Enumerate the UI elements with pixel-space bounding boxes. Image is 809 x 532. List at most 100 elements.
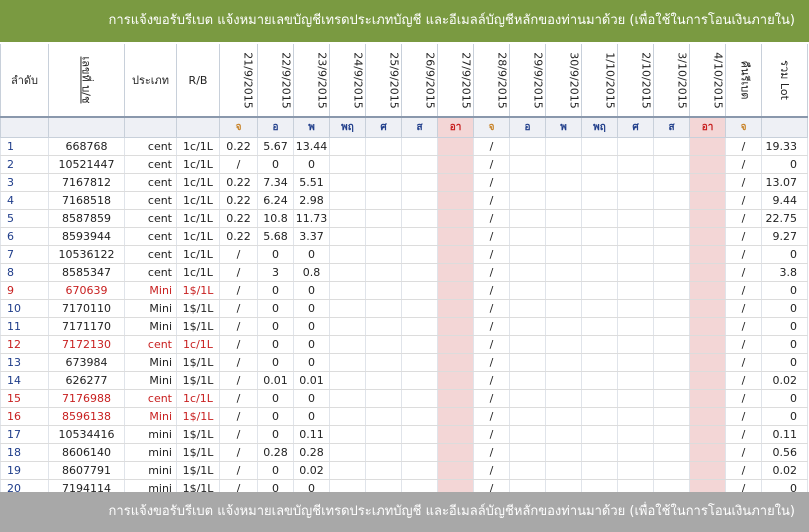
account-number: 7172130 bbox=[48, 335, 125, 354]
lot-3-10 bbox=[653, 245, 690, 264]
lot-21-9: 0.22 bbox=[219, 227, 258, 246]
lot-30-9 bbox=[545, 173, 582, 192]
lot-30-9 bbox=[545, 371, 582, 390]
account-type: Mini bbox=[124, 407, 177, 426]
rebate-mark: / bbox=[725, 317, 762, 336]
lot-2-10 bbox=[617, 389, 654, 408]
rebate-rate: 1c/1L bbox=[176, 155, 220, 174]
lot-1-10 bbox=[581, 137, 618, 156]
total-lot: 9.27 bbox=[761, 227, 808, 246]
lot-4-10 bbox=[689, 137, 726, 156]
lot-26-9 bbox=[401, 335, 438, 354]
lot-3-10 bbox=[653, 209, 690, 228]
lot-23-9: 0 bbox=[293, 245, 330, 264]
lot-2-10 bbox=[617, 299, 654, 318]
lot-4-10 bbox=[689, 227, 726, 246]
lot-30-9 bbox=[545, 299, 582, 318]
rebate-rate: 1c/1L bbox=[176, 335, 220, 354]
rebate-rate: 1c/1L bbox=[176, 191, 220, 210]
lot-2-10 bbox=[617, 191, 654, 210]
header-index: ลำดับ bbox=[0, 44, 49, 118]
lot-4-10 bbox=[689, 209, 726, 228]
rebate-mark: / bbox=[725, 227, 762, 246]
rebate-mark: / bbox=[725, 443, 762, 462]
rebate-rate: 1$/1L bbox=[176, 461, 220, 480]
lot-30-9 bbox=[545, 209, 582, 228]
total-lot: 0 bbox=[761, 389, 808, 408]
rebate-rate: 1c/1L bbox=[176, 227, 220, 246]
lot-23-9: 0 bbox=[293, 407, 330, 426]
row-index: 5 bbox=[0, 209, 49, 228]
lot-28-9: / bbox=[473, 155, 510, 174]
lot-23-9: 11.73 bbox=[293, 209, 330, 228]
lot-21-9: / bbox=[219, 425, 258, 444]
rebate-mark: / bbox=[725, 173, 762, 192]
table-row: 7 10536122 cent 1c/1L/0 0//0 bbox=[0, 245, 808, 264]
lot-21-9: / bbox=[219, 353, 258, 372]
lot-27-9 bbox=[437, 425, 474, 444]
total-lot: 0.11 bbox=[761, 425, 808, 444]
lot-29-9 bbox=[509, 353, 546, 372]
account-type: cent bbox=[124, 191, 177, 210]
rebate-mark: / bbox=[725, 191, 762, 210]
lot-26-9 bbox=[401, 263, 438, 282]
lot-27-9 bbox=[437, 371, 474, 390]
account-number: 8587859 bbox=[48, 209, 125, 228]
rebate-rate: 1$/1L bbox=[176, 317, 220, 336]
lot-28-9: / bbox=[473, 137, 510, 156]
lot-1-10 bbox=[581, 191, 618, 210]
lot-25-9 bbox=[365, 137, 402, 156]
account-type: mini bbox=[124, 443, 177, 462]
lot-4-10 bbox=[689, 281, 726, 300]
row-index: 10 bbox=[0, 299, 49, 318]
lot-29-9 bbox=[509, 209, 546, 228]
lot-28-9: / bbox=[473, 353, 510, 372]
lot-2-10 bbox=[617, 245, 654, 264]
lot-3-10 bbox=[653, 335, 690, 354]
lot-22-9: 0 bbox=[257, 461, 294, 480]
lot-3-10 bbox=[653, 317, 690, 336]
lot-4-10 bbox=[689, 173, 726, 192]
lot-30-9 bbox=[545, 263, 582, 282]
lot-3-10 bbox=[653, 299, 690, 318]
lot-23-9: 0.11 bbox=[293, 425, 330, 444]
lot-30-9 bbox=[545, 353, 582, 372]
account-number: 7167812 bbox=[48, 173, 125, 192]
lot-24-9 bbox=[329, 299, 366, 318]
lot-3-10 bbox=[653, 407, 690, 426]
weekday-14: อา bbox=[689, 116, 726, 138]
row-index: 18 bbox=[0, 443, 49, 462]
lot-1-10 bbox=[581, 245, 618, 264]
lot-25-9 bbox=[365, 389, 402, 408]
table-row: 5 8587859 cent 1c/1L 0.22 10.8 11.73//22.75 bbox=[0, 209, 808, 228]
lot-30-9 bbox=[545, 317, 582, 336]
lot-22-9: 6.24 bbox=[257, 191, 294, 210]
total-lot: 0 bbox=[761, 335, 808, 354]
lot-1-10 bbox=[581, 353, 618, 372]
lot-1-10 bbox=[581, 461, 618, 480]
lot-22-9: 10.8 bbox=[257, 209, 294, 228]
lot-29-9 bbox=[509, 227, 546, 246]
total-lot: 0 bbox=[761, 281, 808, 300]
lot-27-9 bbox=[437, 137, 474, 156]
header-date-7: 27/9/2015 bbox=[437, 44, 474, 118]
lot-2-10 bbox=[617, 461, 654, 480]
lot-22-9: 0 bbox=[257, 335, 294, 354]
lot-26-9 bbox=[401, 191, 438, 210]
lot-26-9 bbox=[401, 389, 438, 408]
lot-25-9 bbox=[365, 353, 402, 372]
lot-22-9: 0.01 bbox=[257, 371, 294, 390]
header-date-11: 1/10/2015 bbox=[581, 44, 618, 118]
lot-2-10 bbox=[617, 137, 654, 156]
lot-1-10 bbox=[581, 407, 618, 426]
lot-4-10 bbox=[689, 191, 726, 210]
account-number: 10536122 bbox=[48, 245, 125, 264]
account-type: cent bbox=[124, 263, 177, 282]
lot-24-9 bbox=[329, 281, 366, 300]
lot-24-9 bbox=[329, 407, 366, 426]
rebate-rate: 1$/1L bbox=[176, 371, 220, 390]
lot-25-9 bbox=[365, 425, 402, 444]
lot-4-10 bbox=[689, 389, 726, 408]
account-number: 8593944 bbox=[48, 227, 125, 246]
lot-4-10 bbox=[689, 263, 726, 282]
